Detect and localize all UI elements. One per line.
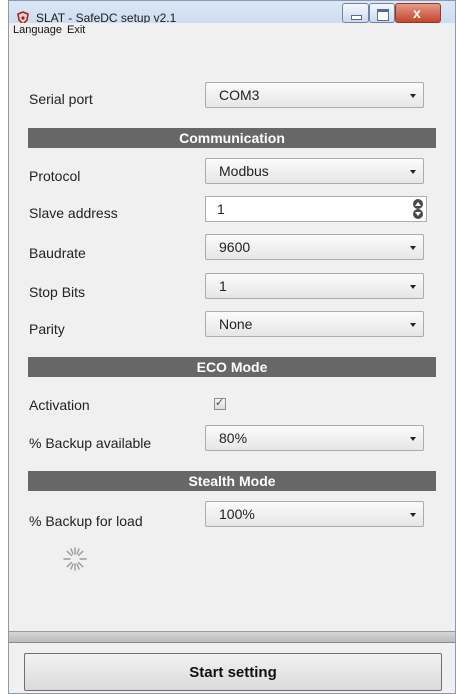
chevron-down-icon — [410, 94, 416, 98]
stop-bits-select[interactable]: 1 — [205, 273, 424, 299]
stop-bits-value: 1 — [219, 278, 227, 294]
backup-available-label: % Backup available — [29, 435, 152, 451]
loading-spinner-icon — [63, 547, 87, 571]
section-stealth-mode: Stealth Mode — [28, 471, 436, 491]
serial-port-value: COM3 — [219, 87, 260, 103]
baudrate-label: Baudrate — [29, 245, 86, 261]
menu-exit[interactable]: Exit — [67, 24, 85, 36]
slave-address-label: Slave address — [29, 205, 118, 221]
slave-address-stepper[interactable]: 1 — [205, 196, 427, 222]
app-window: SLAT - SafeDC setup v2.1 x Language Exit… — [8, 0, 456, 694]
protocol-value: Modbus — [219, 163, 269, 179]
chevron-down-icon — [410, 323, 416, 327]
serial-port-label: Serial port — [29, 91, 93, 107]
protocol-select[interactable]: Modbus — [205, 158, 424, 184]
section-eco-mode: ECO Mode — [28, 357, 436, 377]
chevron-down-icon — [410, 170, 416, 174]
close-icon[interactable]: x — [395, 3, 441, 23]
start-setting-button[interactable]: Start setting — [24, 653, 442, 691]
chevron-down-icon — [410, 513, 416, 517]
increment-icon[interactable] — [413, 199, 423, 209]
minimize-icon[interactable] — [342, 3, 369, 23]
decrement-icon[interactable] — [413, 209, 423, 219]
stop-bits-label: Stop Bits — [29, 284, 86, 300]
activation-checkbox[interactable]: ✓ — [214, 397, 226, 410]
backup-available-select[interactable]: 80% — [205, 425, 424, 451]
baudrate-value: 9600 — [219, 239, 251, 255]
maximize-icon[interactable] — [369, 3, 395, 23]
checkmark-icon: ✓ — [215, 397, 225, 409]
chevron-down-icon — [410, 246, 416, 250]
parity-value: None — [219, 316, 253, 332]
activation-label: Activation — [29, 397, 90, 413]
chevron-down-icon — [410, 437, 416, 441]
protocol-label: Protocol — [29, 168, 81, 184]
backup-for-load-value: 100% — [219, 506, 255, 522]
parity-select[interactable]: None — [205, 311, 424, 337]
chevron-down-icon — [410, 285, 416, 289]
backup-for-load-select[interactable]: 100% — [205, 501, 424, 527]
backup-available-value: 80% — [219, 430, 248, 446]
slave-address-value: 1 — [217, 201, 225, 217]
status-bar — [9, 631, 455, 643]
parity-label: Parity — [29, 321, 65, 337]
baudrate-select[interactable]: 9600 — [205, 234, 424, 260]
menu-language[interactable]: Language — [13, 24, 62, 36]
backup-for-load-label: % Backup for load — [29, 513, 143, 529]
serial-port-select[interactable]: COM3 — [205, 82, 424, 108]
section-communication: Communication — [28, 128, 436, 148]
menu-bar: Language Exit — [9, 23, 455, 39]
